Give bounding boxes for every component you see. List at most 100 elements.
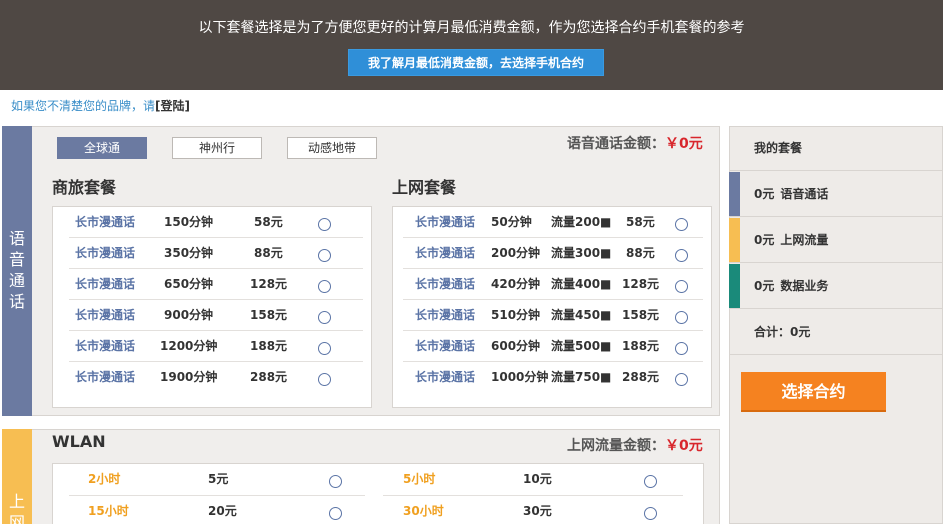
business-plan-row[interactable]: 长市漫通话 150分钟 58元: [69, 207, 363, 238]
side-label-char: 话: [8, 292, 25, 311]
plan-price: 288元: [250, 370, 288, 384]
plan-minutes: 1200分钟: [160, 339, 218, 353]
tab-shenzhouxing[interactable]: 神州行: [172, 137, 262, 159]
plan-name: 长市漫通话: [415, 308, 476, 322]
business-plan-row[interactable]: 长市漫通话 350分钟 88元: [69, 238, 363, 269]
side-label-char: 通: [8, 271, 25, 290]
choose-contract-phone-button[interactable]: 我了解月最低消费金额，去选择手机合约: [348, 49, 604, 76]
login-link[interactable]: [登陆]: [155, 99, 190, 113]
plan-radio[interactable]: [318, 218, 331, 231]
plan-price: 288元: [622, 370, 660, 384]
wlan-radio[interactable]: [644, 475, 657, 488]
summary-amount: 0元: [754, 279, 775, 293]
plan-name: 长市漫通话: [415, 215, 476, 229]
plan-data: 流量450■: [551, 308, 612, 322]
internet-plan-title: 上网套餐: [392, 178, 457, 197]
plan-minutes: 600分钟: [491, 339, 541, 353]
plan-price: 128元: [622, 277, 660, 291]
business-plan-row[interactable]: 长市漫通话 1200分钟 188元: [69, 331, 363, 362]
internet-plan-row[interactable]: 长市漫通话 1000分钟 流量750■ 288元: [403, 362, 703, 393]
plan-name: 长市漫通话: [75, 277, 136, 291]
summary-voice-text: 0元 语音通话: [754, 172, 828, 216]
summary-amount: 0元: [754, 233, 775, 247]
plan-name: 长市漫通话: [415, 339, 476, 353]
voice-amount-value: ￥0元: [665, 136, 703, 152]
plan-minutes: 1900分钟: [160, 370, 218, 384]
wlan-hours: 2小时: [88, 472, 121, 486]
business-plan-row[interactable]: 长市漫通话 650分钟 128元: [69, 269, 363, 300]
my-plan-header: 我的套餐: [729, 126, 943, 171]
plan-minutes: 420分钟: [491, 277, 541, 291]
plan-price: 158元: [250, 308, 288, 322]
summary-internet: 0元 上网流量: [729, 218, 943, 263]
plan-name: 长市漫通话: [75, 308, 136, 322]
tab-dongganidai[interactable]: 动感地带: [287, 137, 377, 159]
internet-side-label: 上 网: [2, 429, 32, 524]
wlan-radio[interactable]: [644, 507, 657, 520]
tab-quanqiutong[interactable]: 全球通: [57, 137, 147, 159]
plan-minutes: 900分钟: [164, 308, 214, 322]
plan-data: 流量200■: [551, 215, 612, 229]
side-label-char: 语: [8, 229, 25, 248]
login-hint: 如果您不清楚您的品牌，请[登陆]: [11, 97, 190, 114]
plan-name: 长市漫通话: [415, 277, 476, 291]
plan-data: 流量750■: [551, 370, 612, 384]
wlan-radio[interactable]: [329, 507, 342, 520]
wlan-hours: 15小时: [88, 504, 129, 518]
plan-radio[interactable]: [675, 373, 688, 386]
plan-radio[interactable]: [675, 311, 688, 324]
internet-plan-row[interactable]: 长市漫通话 50分钟 流量200■ 58元: [403, 207, 703, 238]
voice-amount-label: 语音通话金额：: [567, 136, 665, 152]
business-plan-row[interactable]: 长市漫通话 1900分钟 288元: [69, 362, 363, 393]
wlan-hours: 5小时: [403, 472, 436, 486]
wlan-title: WLAN: [52, 432, 106, 451]
business-plan-title: 商旅套餐: [52, 178, 117, 197]
my-plan-title: 我的套餐: [754, 141, 803, 155]
summary-total: 合计：0元: [729, 310, 943, 355]
voice-color-bar: [729, 172, 740, 216]
internet-plan-row[interactable]: 长市漫通话 510分钟 流量450■ 158元: [403, 300, 703, 331]
plan-name: 长市漫通话: [75, 339, 136, 353]
business-plan-row[interactable]: 长市漫通话 900分钟 158元: [69, 300, 363, 331]
internet-plan-list: 长市漫通话 50分钟 流量200■ 58元 长市漫通话 200分钟 流量300■…: [392, 206, 712, 408]
plan-name: 长市漫通话: [75, 215, 136, 229]
plan-radio[interactable]: [318, 373, 331, 386]
data-color-bar: [729, 264, 740, 308]
plan-price: 88元: [254, 246, 283, 260]
plan-minutes: 510分钟: [491, 308, 541, 322]
plan-price: 58元: [626, 215, 655, 229]
plan-data: 流量500■: [551, 339, 612, 353]
internet-plan-row[interactable]: 长市漫通话 600分钟 流量500■ 188元: [403, 331, 703, 362]
plan-radio[interactable]: [675, 218, 688, 231]
summary-label: 数据业务: [780, 279, 829, 293]
plan-name: 长市漫通话: [75, 370, 136, 384]
plan-radio[interactable]: [318, 311, 331, 324]
plan-radio[interactable]: [318, 280, 331, 293]
side-label-char: 上: [8, 492, 25, 511]
select-contract-button[interactable]: 选择合约: [741, 372, 886, 412]
wlan-price: 30元: [523, 504, 552, 518]
wlan-hours: 30小时: [403, 504, 444, 518]
top-banner: 以下套餐选择是为了方便您更好的计算月最低消费金额，作为您选择合约手机套餐的参考 …: [0, 0, 943, 90]
plan-radio[interactable]: [318, 342, 331, 355]
wlan-radio[interactable]: [329, 475, 342, 488]
plan-radio[interactable]: [675, 342, 688, 355]
plan-radio[interactable]: [675, 249, 688, 262]
wlan-amount-value: ￥0元: [665, 438, 703, 454]
internet-plan-row[interactable]: 长市漫通话 200分钟 流量300■ 88元: [403, 238, 703, 269]
plan-radio[interactable]: [318, 249, 331, 262]
wlan-price: 10元: [523, 472, 552, 486]
plan-price: 88元: [626, 246, 655, 260]
internet-color-bar: [729, 218, 740, 262]
wlan-amount: 上网流量金额：￥0元: [567, 435, 703, 455]
internet-plan-row[interactable]: 长市漫通话 420分钟 流量400■ 128元: [403, 269, 703, 300]
side-label-char: 网: [8, 513, 25, 524]
plan-price: 158元: [622, 308, 660, 322]
summary-internet-text: 0元 上网流量: [754, 218, 828, 262]
summary-amount: 0元: [754, 187, 775, 201]
plan-minutes: 50分钟: [491, 215, 532, 229]
plan-radio[interactable]: [675, 280, 688, 293]
summary-voice: 0元 语音通话: [729, 172, 943, 217]
voice-amount: 语音通话金额：￥0元: [567, 133, 703, 153]
wlan-price: 5元: [208, 472, 229, 486]
